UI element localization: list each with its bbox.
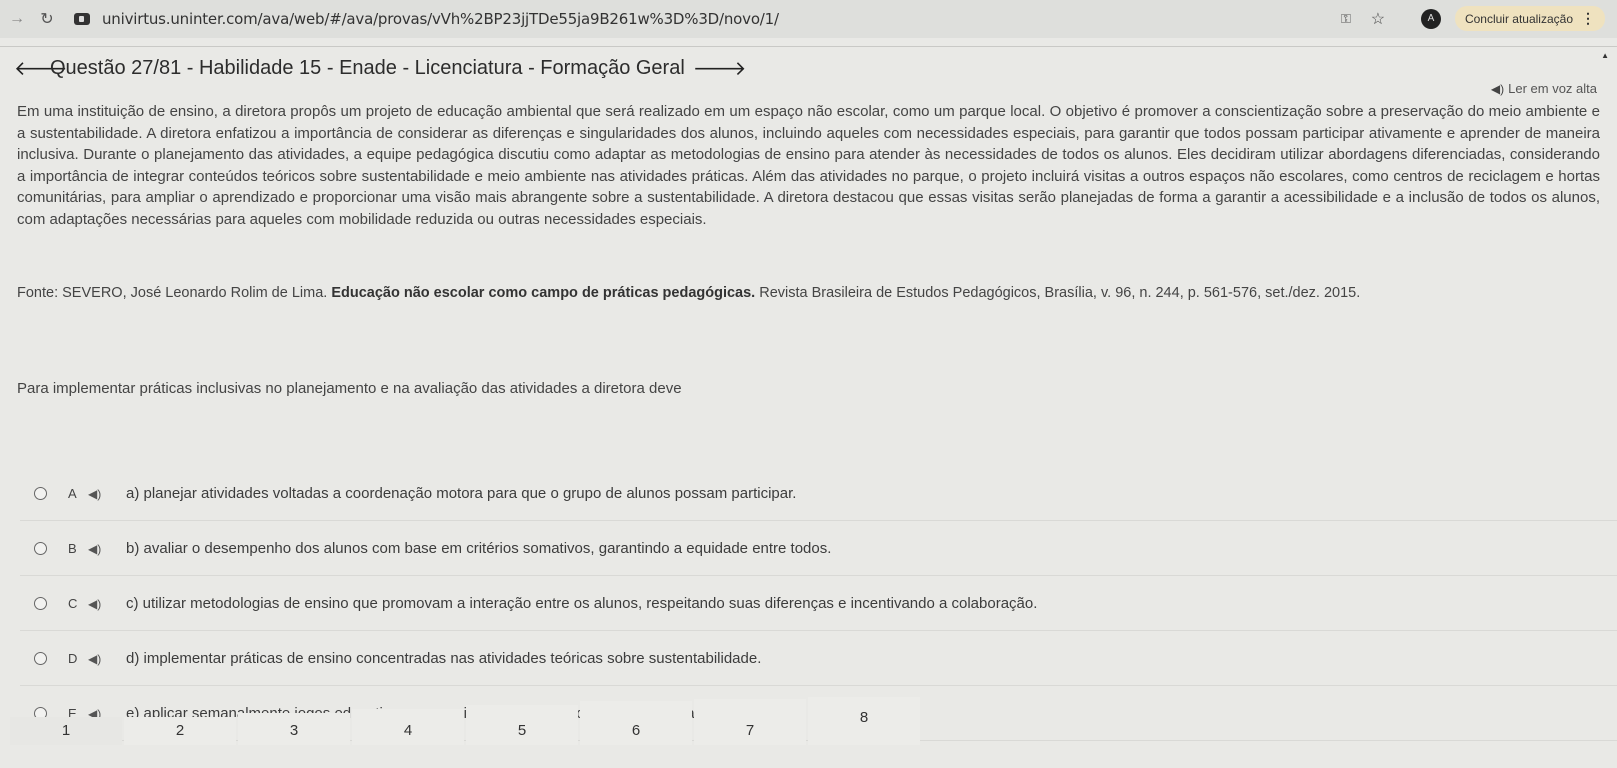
option-text: a) planejar atividades voltadas a coorde… [126, 485, 797, 502]
browser-toolbar: → ↻ univirtus.uninter.com/ava/web/#/ava/… [0, 0, 1617, 38]
question-header: 🡐 Questão 27/81 - Habilidade 15 - Enade … [14, 56, 746, 81]
page-button-8[interactable]: 8 [808, 697, 920, 745]
option-letter: A [68, 486, 77, 501]
page-title: Questão 27/81 - Habilidade 15 - Enade - … [50, 57, 685, 79]
profile-avatar[interactable]: A [1420, 8, 1441, 29]
speaker-icon[interactable]: ◀) [88, 652, 114, 666]
page-button-1[interactable]: 1 [10, 717, 122, 745]
password-key-icon[interactable]: ⚿ [1333, 11, 1359, 27]
reload-icon[interactable]: ↻ [34, 6, 60, 32]
source-prefix: Fonte: SEVERO, José Leonardo Rolim de Li… [17, 285, 332, 301]
browser-actions: ⚿ ☆ A Concluir atualização ⋮ [1333, 6, 1605, 31]
option-letter: B [68, 541, 77, 556]
option-text: c) utilizar metodologias de ensino que p… [126, 595, 1038, 612]
site-favicon-icon [74, 13, 90, 25]
page-button-7[interactable]: 7 [694, 699, 806, 745]
bookmark-star-icon[interactable]: ☆ [1365, 9, 1391, 29]
page-button-3[interactable]: 3 [238, 713, 350, 745]
source-title: Educação não escolar como campo de práti… [331, 285, 756, 301]
radio-button[interactable] [34, 652, 47, 665]
question-pager: 1 2 3 4 5 6 7 8 [0, 697, 920, 745]
option-text: b) avaliar o desempenho dos alunos com b… [126, 540, 832, 557]
next-question-arrow-icon[interactable]: 🡒 [693, 56, 747, 81]
option-letter: D [68, 651, 78, 666]
address-bar[interactable]: univirtus.uninter.com/ava/web/#/ava/prov… [102, 10, 779, 28]
read-aloud-label: Ler em voz alta [1508, 81, 1597, 96]
update-button[interactable]: Concluir atualização ⋮ [1454, 6, 1605, 31]
scroll-up-icon[interactable]: ▲ [1601, 51, 1609, 60]
option-a[interactable]: A ◀) a) planejar atividades voltadas a c… [20, 466, 1617, 521]
page-button-6[interactable]: 6 [580, 701, 692, 745]
source-suffix: Revista Brasileira de Estudos Pedagógico… [755, 285, 1361, 301]
radio-button[interactable] [34, 542, 47, 555]
question-prompt: Para implementar práticas inclusivas no … [17, 380, 682, 397]
more-menu-icon: ⋮ [1581, 10, 1595, 26]
update-button-label: Concluir atualização [1464, 11, 1573, 26]
option-b[interactable]: B ◀) b) avaliar o desempenho dos alunos … [20, 521, 1617, 576]
speaker-icon[interactable]: ◀) [88, 542, 114, 556]
option-text: d) implementar práticas de ensino concen… [126, 650, 762, 667]
forward-icon[interactable]: → [4, 6, 30, 32]
page-button-5[interactable]: 5 [466, 705, 578, 745]
previous-question-arrow-icon[interactable]: 🡐 [14, 56, 68, 81]
speaker-icon[interactable]: ◀) [88, 487, 114, 501]
option-d[interactable]: D ◀) d) implementar práticas de ensino c… [20, 631, 1617, 686]
option-c[interactable]: C ◀) c) utilizar metodologias de ensino … [20, 576, 1617, 631]
page-button-4[interactable]: 4 [352, 709, 464, 745]
speaker-icon: ◀) [1490, 81, 1505, 96]
source-citation: Fonte: SEVERO, José Leonardo Rolim de Li… [17, 285, 1607, 301]
speaker-icon[interactable]: ◀) [88, 597, 114, 611]
read-aloud-button[interactable]: ◀) Ler em voz alta [1491, 81, 1597, 96]
radio-button[interactable] [34, 487, 47, 500]
option-letter: C [68, 596, 78, 611]
question-text: Em uma instituição de ensino, a diretora… [17, 103, 1600, 228]
question-page: 🡐 Questão 27/81 - Habilidade 15 - Enade … [0, 47, 1617, 768]
page-button-2[interactable]: 2 [124, 717, 236, 745]
radio-button[interactable] [34, 597, 47, 610]
